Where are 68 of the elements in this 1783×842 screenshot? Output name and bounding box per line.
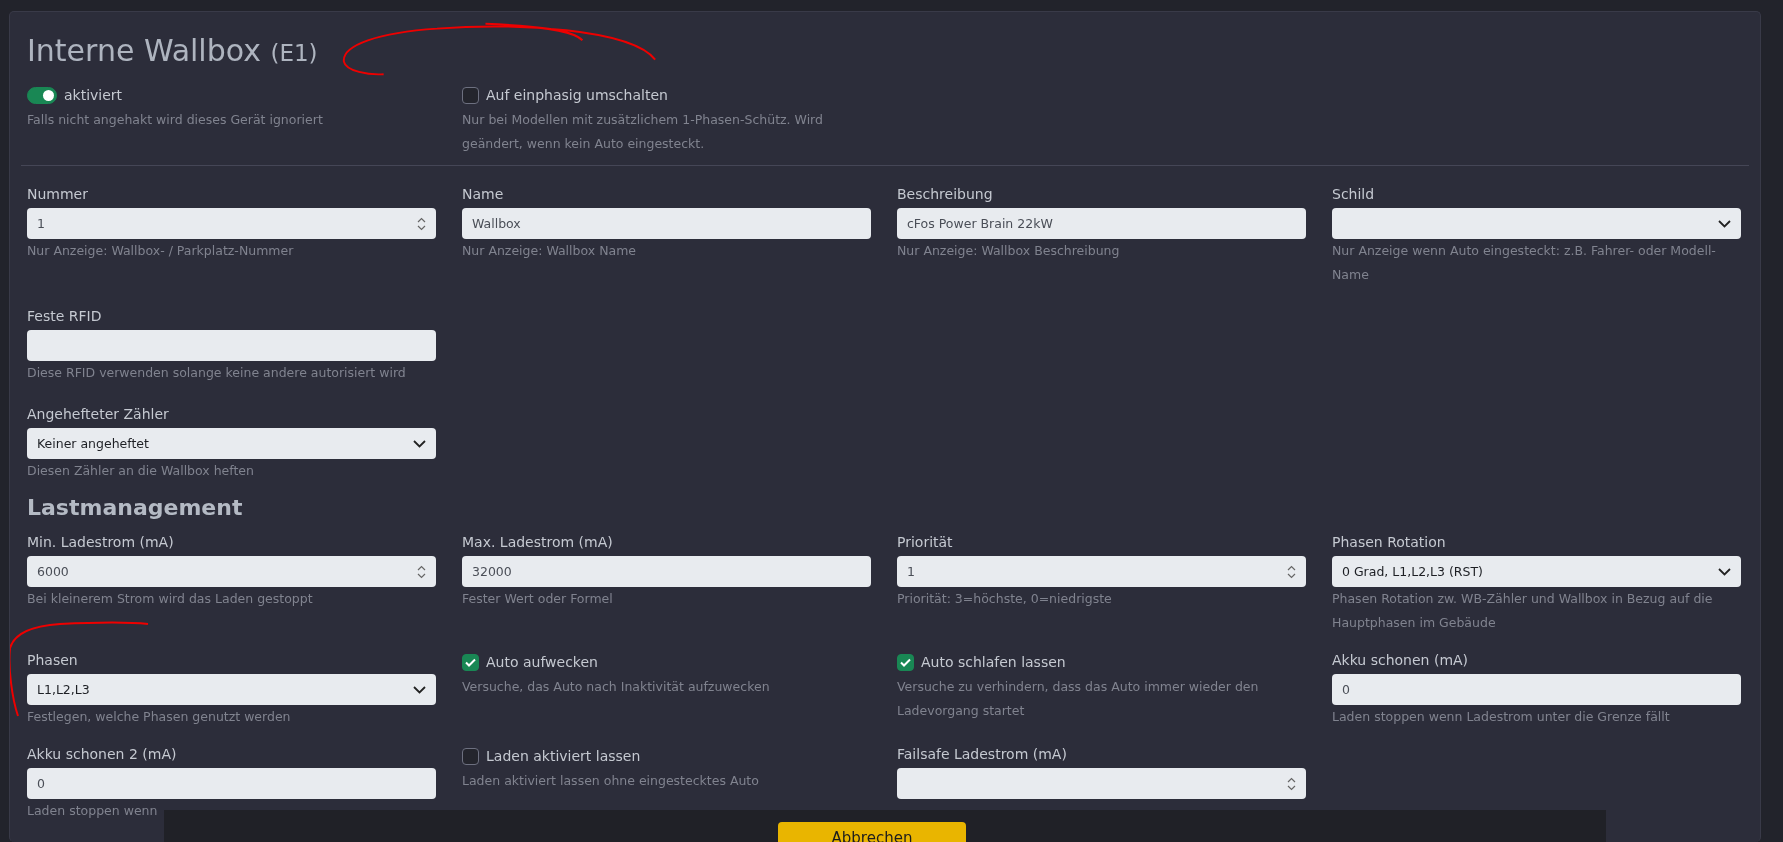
chevron-down-icon	[1718, 219, 1731, 228]
field-hint: Laden stoppen wenn	[27, 802, 159, 820]
check-icon	[900, 657, 911, 667]
number-field[interactable]	[897, 768, 1306, 799]
checkbox-label: Auto aufwecken	[486, 654, 598, 670]
field-hint: Phasen Rotation zw. WB-Zähler und Wallbox in Bezug auf die Hauptphasen im Gebäude	[1332, 590, 1714, 632]
toggle-switch[interactable]	[27, 86, 57, 104]
chevron-down-icon	[1718, 567, 1731, 576]
spinner-arrows-icon[interactable]	[417, 564, 426, 579]
checkbox[interactable]	[462, 653, 479, 671]
page-title: Interne Wallbox (E1)	[27, 32, 318, 70]
section-heading: Lastmanagement	[27, 494, 244, 522]
field-hint: Versuche zu verhindern, dass das Auto immer wieder den Ladevorgang startet	[897, 678, 1260, 720]
chevron-down-icon	[413, 439, 426, 448]
select-field[interactable]: Keiner angeheftet	[27, 428, 436, 459]
field-label: Akku schonen 2 (mA)	[27, 745, 178, 764]
number-field[interactable]: 6000	[27, 556, 436, 587]
select-field[interactable]: 0 Grad, L1,L2,L3 (RST)	[1332, 556, 1741, 587]
input-field[interactable]: 0	[1332, 674, 1741, 705]
spinner-arrows-icon[interactable]	[1287, 564, 1296, 579]
field-hint: Nur Anzeige: Wallbox- / Parkplatz-Nummer	[27, 242, 295, 260]
field-label: Failsafe Ladestrom (mA)	[897, 745, 1068, 764]
number-field[interactable]: 1	[27, 208, 436, 239]
spinner-arrows-icon[interactable]	[417, 216, 426, 231]
field-label: Phasen Rotation	[1332, 533, 1447, 552]
field-hint: Nur Anzeige wenn Auto eingesteckt: z.B. Fahrer- oder Modell-Name	[1332, 242, 1717, 284]
field-hint: Laden stoppen wenn Ladestrom unter die Grenze fällt	[1332, 708, 1671, 726]
check-icon	[465, 657, 476, 667]
field-hint: Diesen Zähler an die Wallbox heften	[27, 462, 255, 480]
input-field[interactable]: Wallbox	[462, 208, 871, 239]
number-field[interactable]: 1	[897, 556, 1306, 587]
field-hint: Versuche, das Auto nach Inaktivität aufzuwecken	[462, 678, 771, 696]
checkbox-label: Laden aktiviert lassen	[486, 748, 641, 764]
input-field[interactable]: 0	[27, 768, 436, 799]
toggle-label: aktiviert	[64, 87, 123, 103]
field-hint: Diese RFID verwenden solange keine andere autorisiert wird	[27, 364, 407, 382]
checkbox-label: Auto schlafen lassen	[921, 654, 1066, 670]
chevron-down-icon	[413, 685, 426, 694]
spinner-arrows-icon[interactable]	[1287, 776, 1296, 791]
checkbox[interactable]	[897, 653, 914, 671]
field-label: Max. Ladestrom (mA)	[462, 533, 614, 552]
field-hint: Falls nicht angehakt wird dieses Gerät ignoriert	[27, 111, 324, 129]
field-hint: Nur Anzeige: Wallbox Name	[462, 242, 637, 260]
checkbox-label: Auf einphasig umschalten	[486, 87, 668, 103]
field-label: Schild	[1332, 185, 1376, 204]
field-hint: Nur Anzeige: Wallbox Beschreibung	[897, 242, 1121, 260]
field-label: Beschreibung	[897, 185, 994, 204]
input-field[interactable]: 32000	[462, 556, 871, 587]
checkbox[interactable]	[462, 86, 479, 104]
field-hint: Fester Wert oder Formel	[462, 590, 614, 608]
select-field[interactable]: L1,L2,L3	[27, 674, 436, 705]
checkbox[interactable]	[462, 747, 479, 765]
field-label: Nummer	[27, 185, 89, 204]
field-label: Angehefteter Zähler	[27, 405, 170, 424]
field-label: Name	[462, 185, 505, 204]
field-label: Akku schonen (mA)	[1332, 651, 1470, 670]
input-field[interactable]: cFos Power Brain 22kW	[897, 208, 1306, 239]
field-hint: Bei kleinerem Strom wird das Laden gestoppt	[27, 590, 314, 608]
field-hint: Priorität: 3=höchste, 0=niedrigste	[897, 590, 1113, 608]
field-hint: Festlegen, welche Phasen genutzt werden	[27, 708, 292, 726]
field-label: Phasen	[27, 651, 79, 670]
field-hint: Nur bei Modellen mit zusätzlichem 1-Phasen-Schütz. Wird geändert, wenn kein Auto eingesteckt.	[462, 111, 824, 153]
input-field[interactable]	[27, 330, 436, 361]
select-field[interactable]	[1332, 208, 1741, 239]
field-label: Feste RFID	[27, 307, 103, 326]
field-hint: Laden aktiviert lassen ohne eingestecktes Auto	[462, 772, 760, 790]
field-label: Min. Ladestrom (mA)	[27, 533, 175, 552]
field-label: Priorität	[897, 533, 954, 552]
